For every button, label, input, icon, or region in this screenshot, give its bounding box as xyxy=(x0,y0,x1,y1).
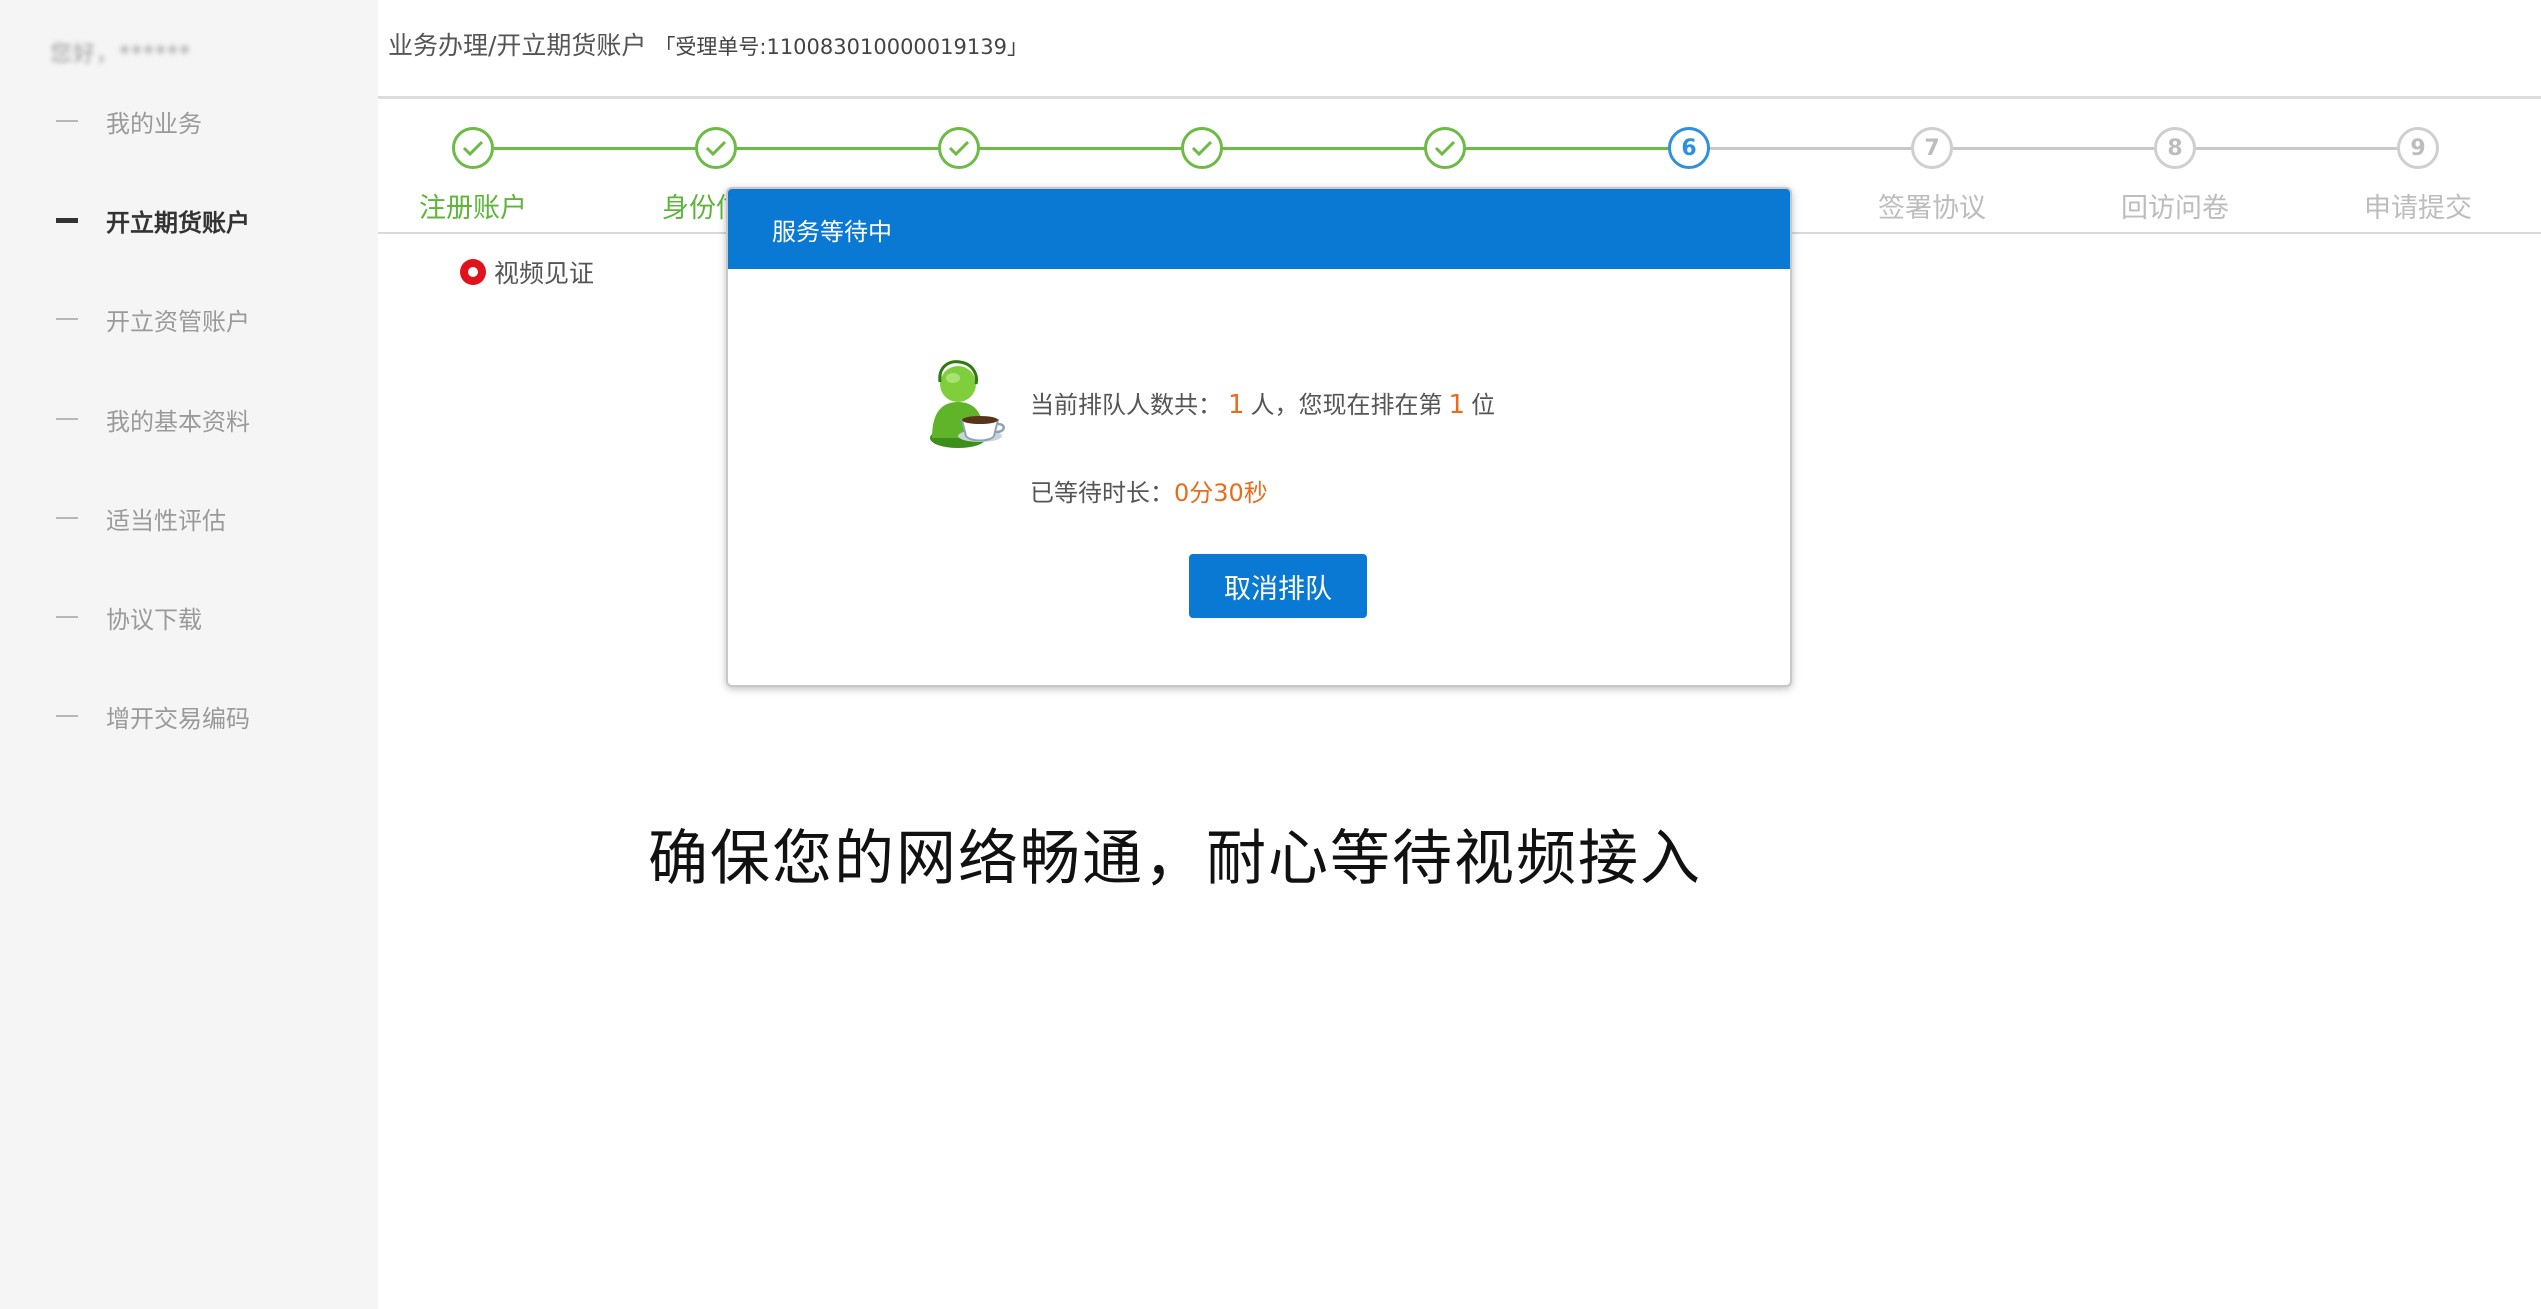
header-divider xyxy=(378,96,2541,99)
step-5-check-icon xyxy=(1424,127,1466,169)
order-number: 「受理单号:110083010000019139」 xyxy=(654,35,1028,59)
step-2-check-icon xyxy=(695,127,737,169)
sidebar-item-my-profile[interactable]: 我的基本资料 xyxy=(56,399,250,439)
sidebar-item-agreement-download[interactable]: 协议下载 xyxy=(56,597,202,637)
network-notice: 确保您的网络畅通，耐心等待视频接入 xyxy=(648,824,1702,894)
dialog-title: 服务等待中 xyxy=(772,217,892,246)
radio-selected-icon xyxy=(460,259,486,285)
cancel-queue-button[interactable]: 取消排队 xyxy=(1189,554,1367,618)
dash-icon xyxy=(56,120,78,122)
progress-line-done xyxy=(494,147,1691,150)
sidebar-item-my-business[interactable]: 我的业务 xyxy=(56,101,202,141)
step-9-label: 申请提交 xyxy=(2364,193,2472,224)
queue-waiting-dialog: 服务等待中 当前排队人数共： 1 人，您现在排在第 1 位 已等待时长：0分30秒 取消… xyxy=(726,187,1792,687)
wait-time: 0分30秒 xyxy=(1174,479,1268,507)
sidebar-item-label: 我的业务 xyxy=(106,109,202,138)
dash-icon xyxy=(56,217,78,223)
sidebar-item-label: 增开交易编码 xyxy=(106,704,250,733)
queue-middle: 人，您现在排在第 xyxy=(1250,391,1443,419)
dialog-header: 服务等待中 xyxy=(728,189,1790,269)
dash-icon xyxy=(56,616,78,618)
step-1-check-icon xyxy=(452,127,494,169)
queue-count: 1 xyxy=(1228,390,1245,420)
sidebar: 您好，****** 我的业务 开立期货账户 开立资管账户 我的基本资料 适当性评… xyxy=(0,0,378,1309)
step-6-circle: 6 xyxy=(1668,127,1710,169)
step-8-label: 回访问卷 xyxy=(2121,193,2229,224)
sidebar-item-open-futures-account[interactable]: 开立期货账户 xyxy=(56,200,250,240)
sidebar-item-label: 我的基本资料 xyxy=(106,407,250,436)
breadcrumb: 业务办理/开立期货账户 「受理单号:110083010000019139」 xyxy=(388,26,1028,62)
sidebar-item-suitability-assessment[interactable]: 适当性评估 xyxy=(56,498,226,538)
step-7-circle: 7 xyxy=(1911,127,1953,169)
step-3-check-icon xyxy=(938,127,980,169)
customer-service-avatar-icon xyxy=(930,360,1005,448)
dash-icon xyxy=(56,517,78,519)
queue-status: 当前排队人数共： 1 人，您现在排在第 1 位 xyxy=(1030,385,1495,420)
sidebar-item-label: 适当性评估 xyxy=(106,506,226,535)
step-8-circle: 8 xyxy=(2154,127,2196,169)
video-witness-label: 视频见证 xyxy=(494,259,595,288)
dash-icon xyxy=(56,418,78,420)
queue-prefix: 当前排队人数共： xyxy=(1030,391,1222,419)
user-greeting: 您好，****** xyxy=(50,42,192,67)
queue-position: 1 xyxy=(1448,390,1466,420)
step-1-label: 注册账户 xyxy=(419,193,527,224)
dash-icon xyxy=(56,318,78,320)
queue-suffix: 位 xyxy=(1471,391,1496,419)
sidebar-item-label: 开立期货账户 xyxy=(106,208,250,237)
breadcrumb-path: 业务办理/开立期货账户 xyxy=(388,31,647,60)
wait-prefix: 已等待时长： xyxy=(1030,479,1174,507)
wait-duration: 已等待时长：0分30秒 xyxy=(1030,473,1268,508)
step-9-circle: 9 xyxy=(2397,127,2439,169)
sidebar-item-add-trading-code[interactable]: 增开交易编码 xyxy=(56,696,250,736)
step-4-check-icon xyxy=(1181,127,1223,169)
sidebar-item-label: 开立资管账户 xyxy=(106,307,250,336)
video-witness-option[interactable]: 视频见证 xyxy=(460,254,594,290)
progress-line-todo xyxy=(1691,147,2419,150)
step-7-label: 签署协议 xyxy=(1878,193,1986,224)
sidebar-item-label: 协议下载 xyxy=(106,605,202,634)
dash-icon xyxy=(56,715,78,717)
sidebar-item-open-asset-mgmt-account[interactable]: 开立资管账户 xyxy=(56,299,250,339)
